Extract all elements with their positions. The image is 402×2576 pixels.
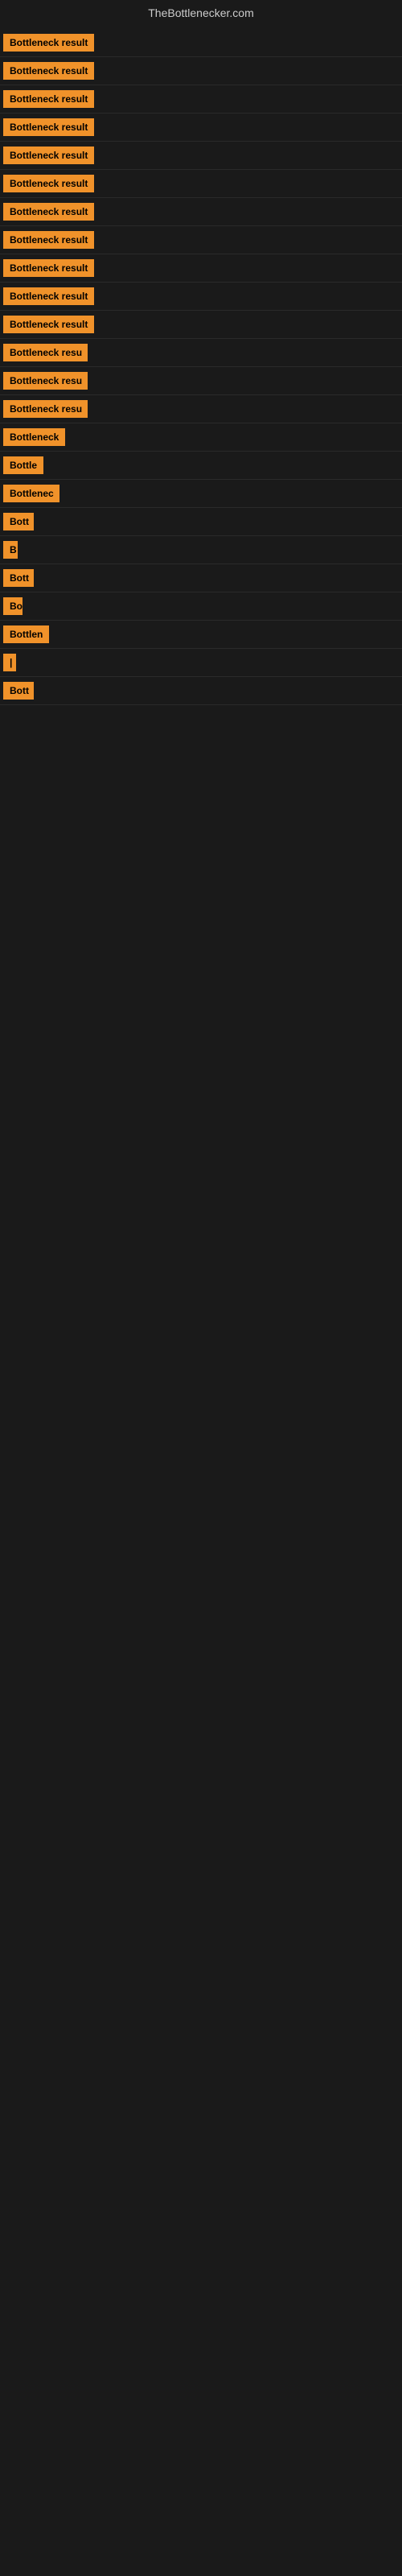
list-item: Bo xyxy=(0,592,402,621)
list-item: Bottleneck result xyxy=(0,142,402,170)
list-item: Bottleneck resu xyxy=(0,339,402,367)
bottleneck-badge[interactable]: Bottleneck resu xyxy=(3,400,88,418)
list-item: B xyxy=(0,536,402,564)
bottleneck-badge[interactable]: Bottleneck result xyxy=(3,175,94,192)
list-item: Bottleneck result xyxy=(0,114,402,142)
list-item: Bottlen xyxy=(0,621,402,649)
bottleneck-badge[interactable]: Bottleneck result xyxy=(3,147,94,164)
list-item: Bottlenec xyxy=(0,480,402,508)
bottleneck-badge[interactable]: Bottleneck result xyxy=(3,231,94,249)
list-item: Bottleneck result xyxy=(0,254,402,283)
bottleneck-badge[interactable]: Bottleneck result xyxy=(3,34,94,52)
items-container: Bottleneck result Bottleneck result Bottle… xyxy=(0,26,402,705)
list-item: Bottleneck resu xyxy=(0,395,402,423)
bottleneck-badge[interactable]: Bo xyxy=(3,597,23,615)
list-item: Bottleneck xyxy=(0,423,402,452)
list-item: Bottleneck resu xyxy=(0,367,402,395)
bottleneck-badge[interactable]: Bott xyxy=(3,513,34,530)
bottleneck-badge[interactable]: Bott xyxy=(3,569,34,587)
bottleneck-badge[interactable]: Bottleneck result xyxy=(3,118,94,136)
list-item: Bott xyxy=(0,564,402,592)
bottleneck-badge[interactable]: Bottlen xyxy=(3,625,49,643)
list-item: Bottleneck result xyxy=(0,226,402,254)
bottleneck-badge[interactable]: Bottleneck result xyxy=(3,316,94,333)
bottleneck-badge[interactable]: Bottleneck resu xyxy=(3,344,88,361)
list-item: Bottleneck result xyxy=(0,198,402,226)
list-item: Bott xyxy=(0,508,402,536)
list-item: Bottleneck result xyxy=(0,29,402,57)
bottleneck-badge[interactable]: Bottleneck result xyxy=(3,259,94,277)
bottleneck-badge[interactable]: Bottleneck result xyxy=(3,90,94,108)
list-item: Bottleneck result xyxy=(0,311,402,339)
bottleneck-badge[interactable]: B xyxy=(3,541,18,559)
list-item: Bottleneck result xyxy=(0,170,402,198)
bottleneck-badge[interactable]: Bottleneck xyxy=(3,428,65,446)
bottleneck-badge[interactable]: Bottlenec xyxy=(3,485,59,502)
bottleneck-badge[interactable]: Bottleneck result xyxy=(3,62,94,80)
list-item: Bottleneck result xyxy=(0,57,402,85)
list-item: Bottle xyxy=(0,452,402,480)
bottleneck-badge[interactable]: Bottleneck resu xyxy=(3,372,88,390)
bottleneck-badge[interactable]: Bottle xyxy=(3,456,43,474)
bottleneck-badge[interactable]: Bottleneck result xyxy=(3,203,94,221)
list-item: Bott xyxy=(0,677,402,705)
site-title: TheBottlenecker.com xyxy=(0,0,402,26)
bottleneck-badge[interactable]: Bott xyxy=(3,682,34,700)
bottleneck-badge[interactable]: Bottleneck result xyxy=(3,287,94,305)
bottleneck-badge[interactable]: | xyxy=(3,654,16,671)
list-item: | xyxy=(0,649,402,677)
list-item: Bottleneck result xyxy=(0,85,402,114)
list-item: Bottleneck result xyxy=(0,283,402,311)
